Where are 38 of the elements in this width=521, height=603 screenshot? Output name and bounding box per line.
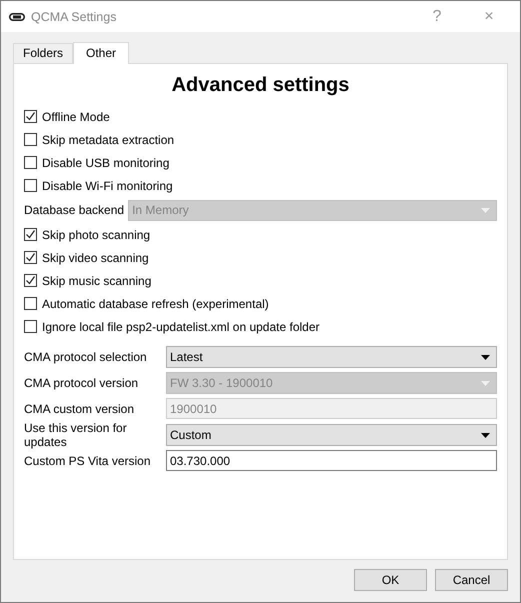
- handheld-icon: [9, 12, 25, 20]
- dropdown[interactable]: Custom: [166, 424, 497, 446]
- dropdown-arrow-icon: [481, 354, 490, 360]
- checkbox-label: Skip video scanning: [42, 250, 149, 264]
- dropdown-arrow-icon: [481, 208, 490, 212]
- window-title: QCMA Settings: [31, 10, 118, 24]
- tab[interactable]: Other: [73, 42, 130, 64]
- tab[interactable]: Folders: [13, 43, 74, 63]
- checkbox-label: Skip metadata extraction: [42, 132, 174, 146]
- checkbox[interactable]: [24, 320, 37, 333]
- checkbox-label: Disable USB monitoring: [42, 156, 170, 170]
- field-label: Custom PS Vita version: [24, 453, 152, 470]
- checkbox[interactable]: [24, 156, 37, 169]
- checkbox[interactable]: [24, 251, 37, 264]
- checkbox-label: Offline Mode: [42, 110, 110, 124]
- checkbox[interactable]: [24, 179, 37, 192]
- field-label: Database backend: [24, 203, 124, 217]
- checkbox[interactable]: [24, 110, 37, 123]
- field-label: CMA protocol version: [24, 375, 140, 392]
- dropdown-arrow-icon: [481, 432, 490, 438]
- dialog-button[interactable]: OK: [354, 569, 427, 591]
- input-field[interactable]: 03.730.000: [166, 450, 497, 471]
- field-label: CMA protocol selection: [24, 349, 148, 366]
- checkbox-label: Skip photo scanning: [42, 228, 150, 242]
- field-label: Use this version for updates: [24, 424, 128, 446]
- checkbox[interactable]: [24, 274, 37, 287]
- checkbox-label: Ignore local file psp2-updatelist.xml on update folder: [42, 320, 320, 334]
- checkbox-label: Automatic database refresh (experimental): [42, 296, 269, 310]
- checkbox[interactable]: [24, 228, 37, 241]
- checkbox-label: Disable Wi-Fi monitoring: [42, 178, 173, 192]
- checkbox[interactable]: [24, 297, 37, 310]
- dialog-button[interactable]: Cancel: [435, 569, 508, 591]
- field-label: CMA custom version: [24, 401, 136, 418]
- dropdown-arrow-icon: [481, 380, 490, 386]
- section-heading: Advanced settings: [170, 74, 350, 97]
- checkbox-label: Skip music scanning: [42, 274, 152, 288]
- checkbox[interactable]: [24, 133, 37, 146]
- dropdown[interactable]: Latest: [166, 346, 497, 368]
